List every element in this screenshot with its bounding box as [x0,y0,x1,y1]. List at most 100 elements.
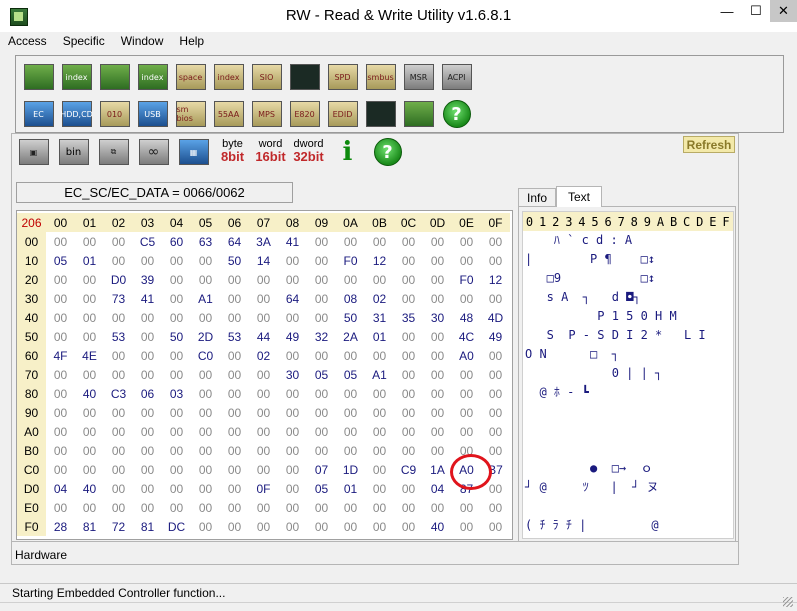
hex-cell[interactable]: 00 [365,460,394,479]
hex-cell[interactable]: 00 [133,460,162,479]
hex-cell[interactable]: 00 [365,498,394,517]
hex-cell[interactable]: 00 [278,460,307,479]
hex-cell[interactable]: 00 [75,232,104,251]
hex-cell[interactable]: 00 [278,517,307,536]
hex-cell[interactable]: 72 [104,517,133,536]
hex-cell[interactable]: 00 [307,346,336,365]
hex-cell[interactable]: 53 [220,327,249,346]
hex-cell[interactable]: F0 [336,251,365,270]
hex-cell[interactable]: 39 [133,270,162,289]
hex-cell[interactable]: C3 [104,384,133,403]
hex-cell[interactable]: 00 [46,384,75,403]
hex-cell[interactable]: 00 [75,441,104,460]
hex-cell[interactable]: 00 [249,270,278,289]
hex-cell[interactable]: 00 [249,384,278,403]
hex-cell[interactable]: 00 [336,517,365,536]
hex-cell[interactable]: 00 [452,232,481,251]
hex-cell[interactable]: 00 [162,422,191,441]
hex-cell[interactable]: 02 [249,346,278,365]
hex-cell[interactable]: 00 [394,327,423,346]
hex-cell[interactable]: 00 [365,384,394,403]
hex-cell[interactable]: 00 [104,460,133,479]
hex-cell[interactable]: 00 [191,251,220,270]
mps-button[interactable]: MPS [248,96,285,132]
hex-cell[interactable]: 00 [220,498,249,517]
hex-cell[interactable]: 01 [336,479,365,498]
hex-cell[interactable]: 00 [249,365,278,384]
hex-cell[interactable]: 00 [365,517,394,536]
hex-cell[interactable]: 00 [191,422,220,441]
hex-cell[interactable]: 00 [423,289,452,308]
hex-cell[interactable]: 00 [278,403,307,422]
hex-cell[interactable]: 00 [104,479,133,498]
hex-cell[interactable]: 4F [46,346,75,365]
hex-cell[interactable]: 00 [336,498,365,517]
hex-cell[interactable]: 00 [481,422,510,441]
hex-cell[interactable]: 00 [75,327,104,346]
minimize-button[interactable]: — [712,0,742,22]
hex-cell[interactable]: 00 [481,346,510,365]
hex-cell[interactable]: 00 [452,365,481,384]
hex-cell[interactable]: 00 [133,479,162,498]
hex-cell[interactable]: 00 [191,498,220,517]
hex-cell[interactable]: 00 [75,422,104,441]
hex-cell[interactable]: 00 [220,403,249,422]
help-button[interactable]: ? [438,96,475,132]
hex-cell[interactable]: 03 [162,384,191,403]
usb-button[interactable]: USB [134,96,171,132]
hex-cell[interactable]: 00 [423,346,452,365]
hex-cell[interactable]: 00 [220,422,249,441]
hex-cell[interactable]: 00 [307,517,336,536]
hex-cell[interactable]: 00 [423,365,452,384]
hex-cell[interactable]: 00 [452,498,481,517]
hex-cell[interactable]: 00 [162,479,191,498]
hex-cell[interactable]: 00 [249,460,278,479]
hex-cell[interactable]: 00 [220,365,249,384]
hex-cell[interactable]: 30 [278,365,307,384]
hex-cell[interactable]: 00 [307,251,336,270]
hex-cell[interactable]: 31 [365,308,394,327]
hex-cell[interactable]: 00 [75,403,104,422]
hex-cell[interactable]: 40 [75,384,104,403]
hex-cell[interactable]: 00 [394,498,423,517]
hex-cell[interactable]: 49 [278,327,307,346]
hex-cell[interactable]: 00 [394,365,423,384]
hex-cell[interactable]: 00 [394,422,423,441]
hex-cell[interactable]: 05 [46,251,75,270]
hex-cell[interactable]: 00 [278,384,307,403]
hex-cell[interactable]: 00 [423,327,452,346]
super-io-button[interactable]: SIO [248,59,285,95]
hex-cell[interactable]: 00 [162,441,191,460]
oscilloscope-button[interactable] [286,59,323,95]
ec-button[interactable]: EC [20,96,57,132]
hex-cell[interactable]: 00 [104,251,133,270]
hex-cell[interactable]: 00 [191,403,220,422]
hex-cell[interactable]: 05 [336,365,365,384]
hex-cell[interactable]: 00 [336,422,365,441]
hex-cell[interactable]: 1A [423,460,452,479]
memory-button[interactable] [96,59,133,95]
hex-cell[interactable]: 00 [249,517,278,536]
hex-cell[interactable]: 12 [481,270,510,289]
pci-button[interactable] [20,59,57,95]
hex-cell[interactable]: 4D [481,308,510,327]
hex-cell[interactable]: 41 [133,289,162,308]
hex-cell[interactable]: 00 [481,441,510,460]
hex-cell[interactable]: 02 [365,289,394,308]
hex-cell[interactable]: 00 [336,346,365,365]
hex-cell[interactable]: A1 [365,365,394,384]
hex-cell[interactable]: 00 [191,441,220,460]
hex-cell[interactable]: 00 [307,308,336,327]
hex-cell[interactable]: 00 [394,517,423,536]
hex-cell[interactable]: 00 [365,232,394,251]
hex-cell[interactable]: 00 [307,289,336,308]
hex-cell[interactable]: 08 [336,289,365,308]
hex-cell[interactable]: 00 [162,346,191,365]
hex-cell[interactable]: 00 [423,251,452,270]
hex-cell[interactable]: 30 [423,308,452,327]
hex-cell[interactable]: 00 [220,460,249,479]
hex-cell[interactable]: 00 [423,498,452,517]
menu-window[interactable]: Window [113,34,172,48]
hex-cell[interactable]: 00 [278,422,307,441]
hex-cell[interactable]: 00 [220,441,249,460]
